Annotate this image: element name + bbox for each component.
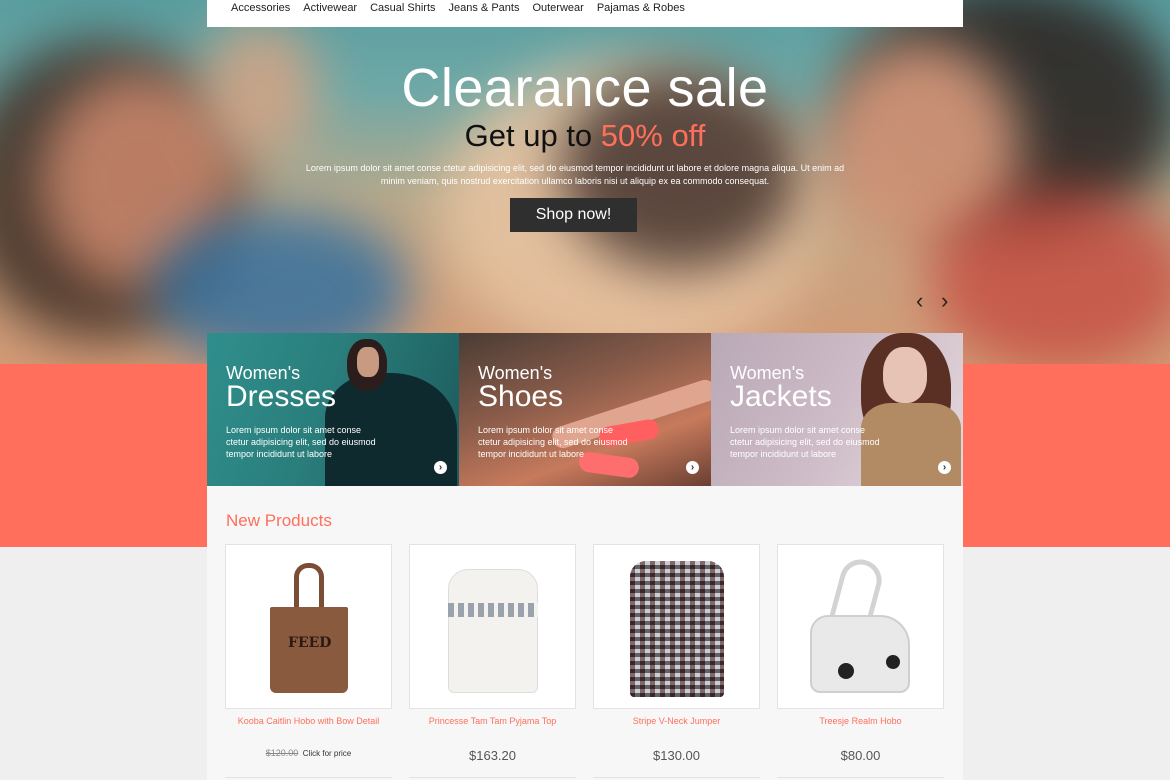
category-description: Lorem ipsum dolor sit amet conse ctetur …: [730, 425, 880, 459]
nav-item-outerwear[interactable]: Outerwear: [532, 0, 583, 14]
category-banner-dresses[interactable]: Women's Dresses Lorem ipsum dolor sit am…: [207, 333, 459, 486]
product-name-link[interactable]: Princesse Tam Tam Pyjama Top: [409, 716, 576, 726]
product-card: Stripe V-Neck Jumper $130.00: [593, 544, 760, 763]
slider-next-icon[interactable]: ›: [941, 290, 948, 312]
product-price: $130.00: [653, 748, 700, 763]
product-card: Princesse Tam Tam Pyjama Top $163.20: [409, 544, 576, 763]
product-image-pyjama-top[interactable]: [409, 544, 576, 709]
product-image-tote-bag[interactable]: FEED: [225, 544, 392, 709]
category-title: Dresses: [226, 380, 337, 413]
section-title: New Products: [226, 511, 332, 530]
category-description: Lorem ipsum dolor sit amet conse ctetur …: [226, 425, 376, 459]
old-price: $120.00: [265, 748, 299, 758]
product-card: Treesje Realm Hobo $80.00: [777, 544, 944, 763]
category-title: Shoes: [478, 380, 564, 413]
arrow-right-icon[interactable]: ›: [686, 461, 699, 474]
nav-item-jeans-pants[interactable]: Jeans & Pants: [449, 0, 520, 14]
arrow-right-icon[interactable]: ›: [434, 461, 447, 474]
hero-discount: 50% off: [600, 118, 706, 153]
nav-item-pajamas-robes[interactable]: Pajamas & Robes: [597, 0, 685, 14]
hero-subtitle-prefix: Get up to: [464, 118, 601, 153]
click-for-price-link[interactable]: Click for price: [303, 749, 351, 758]
product-name-link[interactable]: Stripe V-Neck Jumper: [593, 716, 760, 726]
product-image-hobo-bag[interactable]: [777, 544, 944, 709]
product-price: $163.20: [469, 748, 516, 763]
nav-item-casual-shirts[interactable]: Casual Shirts: [370, 0, 435, 14]
product-name-link[interactable]: Kooba Caitlin Hobo with Bow Detail: [225, 716, 392, 726]
category-description: Lorem ipsum dolor sit amet conse ctetur …: [478, 425, 628, 459]
nav-item-activewear[interactable]: Activewear: [303, 0, 357, 14]
nav-item-accessories[interactable]: Accessories: [231, 0, 290, 14]
product-image-jumper[interactable]: [593, 544, 760, 709]
hero-title: Clearance sale: [401, 58, 769, 118]
shop-now-button[interactable]: Shop now!: [510, 198, 637, 232]
slider-prev-icon[interactable]: ‹: [916, 290, 923, 312]
product-name-link[interactable]: Treesje Realm Hobo: [777, 716, 944, 726]
product-price: $120.00 Click for price: [225, 748, 392, 758]
category-banner-shoes[interactable]: Women's Shoes Lorem ipsum dolor sit amet…: [459, 333, 711, 486]
bag-print: FEED: [288, 635, 332, 651]
category-banner-jackets[interactable]: Women's Jackets Lorem ipsum dolor sit am…: [711, 333, 963, 486]
arrow-right-icon[interactable]: ›: [938, 461, 951, 474]
category-title: Jackets: [730, 380, 832, 413]
main-nav: Accessories Activewear Casual Shirts Jea…: [207, 0, 963, 27]
product-price: $80.00: [840, 748, 881, 763]
hero-subtitle: Get up to 50% off: [0, 118, 1170, 154]
hero-description: Lorem ipsum dolor sit amet conse ctetur …: [305, 163, 845, 186]
product-card: FEED Kooba Caitlin Hobo with Bow Detail …: [225, 544, 392, 758]
new-products-section: New Products FEED Kooba Caitlin Hobo wit…: [207, 486, 963, 780]
